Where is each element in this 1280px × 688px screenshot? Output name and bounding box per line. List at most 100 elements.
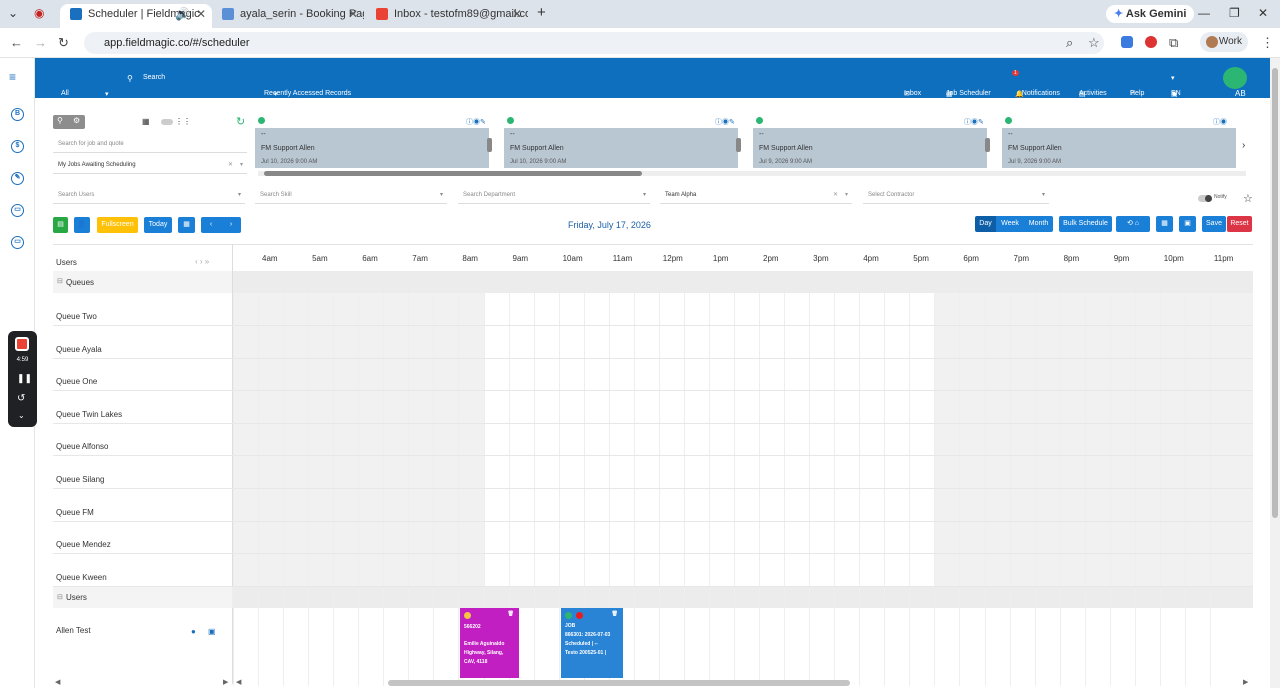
- card-scrollbar[interactable]: [736, 138, 741, 152]
- view-day-button[interactable]: Day: [975, 216, 996, 232]
- clear-icon[interactable]: ✕: [228, 157, 233, 174]
- job-card[interactable]: -- FM Support Allen Jul 10, 2026 9:00 AM: [504, 128, 738, 168]
- recorder-extension-icon[interactable]: [1145, 36, 1157, 48]
- restart-icon[interactable]: ↺: [17, 393, 25, 404]
- stop-record-button[interactable]: [15, 337, 29, 351]
- favorite-star-icon[interactable]: ☆: [1243, 192, 1253, 205]
- reload-icon[interactable]: ↻: [58, 35, 69, 51]
- queue-row-label[interactable]: Queue Two: [56, 312, 97, 321]
- job-card[interactable]: -- FM Support Allen Jul 9, 2026 9:00 AM: [753, 128, 987, 168]
- card-actions-icons[interactable]: ⓘ◉✎: [715, 117, 735, 127]
- view-week-button[interactable]: Week: [996, 216, 1024, 232]
- search-department-select[interactable]: Search Department ▾: [458, 187, 650, 204]
- tab-booking-pages[interactable]: ayala_serin - Booking Pages | F ✕: [212, 4, 364, 28]
- bookmark-star-icon[interactable]: ☆: [1088, 35, 1100, 51]
- reset-button[interactable]: Reset: [1227, 216, 1252, 232]
- scroll-left-icon[interactable]: ◀: [55, 678, 60, 686]
- next-day-button[interactable]: ›: [221, 217, 241, 233]
- close-tab-icon[interactable]: ✕: [196, 4, 206, 24]
- close-tab-icon[interactable]: ✕: [348, 4, 358, 24]
- team-select[interactable]: Team Alpha ✕ ▾: [660, 187, 852, 204]
- resource-nav-icons[interactable]: ‹ › »: [195, 257, 209, 266]
- clear-icon[interactable]: ✕: [833, 187, 838, 204]
- queue-row-label[interactable]: Queue Mendez: [56, 540, 111, 549]
- forward-icon[interactable]: →: [34, 35, 47, 50]
- new-tab-button[interactable]: +: [537, 4, 546, 21]
- timeline-scrollbar-thumb[interactable]: [388, 680, 850, 686]
- job-card[interactable]: -- FM Support Allen Jul 9, 2026 9:00 AM: [1002, 128, 1236, 168]
- extensions-puzzle-icon[interactable]: ⧉: [1169, 35, 1178, 51]
- tab-search-icon[interactable]: ⌄: [8, 6, 18, 20]
- search-icon[interactable]: ⚲: [57, 116, 63, 125]
- queue-row-label[interactable]: Queue Silang: [56, 475, 104, 484]
- card-actions-icons[interactable]: ⓘ◉✎: [466, 117, 486, 127]
- drive-icon[interactable]: ▭: [11, 236, 24, 249]
- profile-button[interactable]: Work: [1200, 32, 1248, 52]
- minimize-button[interactable]: —: [1198, 6, 1210, 20]
- job-quote-search-input[interactable]: Search for job and quote: [53, 136, 247, 153]
- queue-row-label[interactable]: Queue Kween: [56, 573, 107, 582]
- back-icon[interactable]: ←: [10, 35, 23, 50]
- search-skill-select[interactable]: Search Skill ▾: [255, 187, 447, 204]
- more-icon[interactable]: ⌄: [18, 411, 25, 420]
- user-row-allen-test[interactable]: Allen Test: [56, 626, 91, 635]
- card-actions-icons[interactable]: ⓘ◉: [1213, 117, 1227, 127]
- view-toggle[interactable]: [161, 119, 173, 125]
- trash-icon[interactable]: 🗑: [508, 610, 514, 619]
- card-scrollbar[interactable]: [487, 138, 492, 152]
- pause-icon[interactable]: ❚❚: [17, 373, 32, 384]
- cards-scrollbar-thumb[interactable]: [264, 171, 642, 176]
- page-scrollbar-thumb[interactable]: [1272, 68, 1278, 518]
- dollar-icon[interactable]: $: [11, 140, 24, 153]
- jobs-filter-select[interactable]: My Jobs Awaiting Scheduling ✕ ▾: [53, 157, 247, 174]
- global-search-input[interactable]: Search: [143, 74, 165, 81]
- save-button[interactable]: Save: [1202, 216, 1226, 232]
- scroll-right-icon[interactable]: ▶: [1243, 678, 1248, 686]
- scroll-right-icon[interactable]: ▶: [223, 678, 228, 686]
- audio-icon[interactable]: 🔊: [175, 4, 190, 24]
- queue-row-label[interactable]: Queue Ayala: [56, 345, 102, 354]
- bold-b-icon[interactable]: B: [11, 108, 24, 121]
- calendar-view-button[interactable]: ▦: [1156, 216, 1173, 232]
- language-select[interactable]: ▣ EN ▾: [1171, 74, 1181, 98]
- bulk-schedule-button[interactable]: Bulk Schedule: [1059, 216, 1112, 232]
- queue-row-label[interactable]: Queue One: [56, 377, 97, 386]
- cards-next-icon[interactable]: ›: [1242, 140, 1245, 151]
- zoom-icon[interactable]: ⌕: [1066, 35, 1073, 51]
- card-actions-icons[interactable]: ⓘ◉✎: [964, 117, 984, 127]
- users-group-header[interactable]: ⊟ Users: [53, 586, 232, 608]
- queue-row-label[interactable]: Queue Twin Lakes: [56, 410, 122, 419]
- location-pin-icon[interactable]: ●: [191, 627, 196, 636]
- maximize-button[interactable]: ❐: [1229, 6, 1240, 20]
- fullscreen-button[interactable]: Fullscreen: [97, 217, 138, 233]
- trash-icon[interactable]: 🗑: [612, 610, 618, 619]
- cards-scrollbar[interactable]: [258, 171, 1246, 176]
- refresh-icon[interactable]: ↻: [236, 115, 245, 128]
- view-month-button[interactable]: Month: [1024, 216, 1053, 232]
- wrench-icon[interactable]: ✎: [11, 172, 24, 185]
- tab-inbox[interactable]: Inbox - testofm89@gmail.com ✕: [366, 4, 528, 28]
- page-scrollbar[interactable]: [1270, 58, 1280, 688]
- collapse-icon[interactable]: ⊟: [57, 277, 63, 285]
- today-button[interactable]: Today: [144, 217, 172, 233]
- user-button[interactable]: 👤: [74, 217, 90, 233]
- list-view-icon[interactable]: ⋮⋮: [175, 117, 191, 126]
- collapse-icon[interactable]: ⊟: [57, 593, 63, 601]
- queues-group-header[interactable]: ⊟ Queues: [53, 271, 232, 293]
- prev-day-button[interactable]: ‹: [201, 217, 221, 233]
- scheduled-job-card[interactable]: 🗑 JOB 866301: 2026-07-03 Scheduled | -- …: [561, 608, 623, 678]
- extension-icon[interactable]: [1121, 36, 1133, 48]
- card-scrollbar[interactable]: [985, 138, 990, 152]
- export-button[interactable]: ▤: [53, 217, 68, 233]
- grid-view-icon[interactable]: ▦: [142, 117, 150, 126]
- briefcase-icon[interactable]: ▭: [11, 204, 24, 217]
- notify-toggle[interactable]: [1198, 195, 1212, 202]
- map-view-button[interactable]: ▣: [1179, 216, 1196, 232]
- sync-group[interactable]: ⟲ ⌂: [1116, 216, 1150, 232]
- nav-notifications[interactable]: 🔔 1 Notifications: [1012, 70, 1060, 98]
- date-picker-button[interactable]: ▦: [178, 217, 195, 233]
- job-card[interactable]: -- FM Support Allen Jul 10, 2026 9:00 AM: [255, 128, 489, 168]
- avatar[interactable]: AB: [1223, 67, 1247, 98]
- close-window-button[interactable]: ✕: [1258, 6, 1268, 20]
- ask-gemini-button[interactable]: ✦ Ask Gemini: [1106, 5, 1195, 23]
